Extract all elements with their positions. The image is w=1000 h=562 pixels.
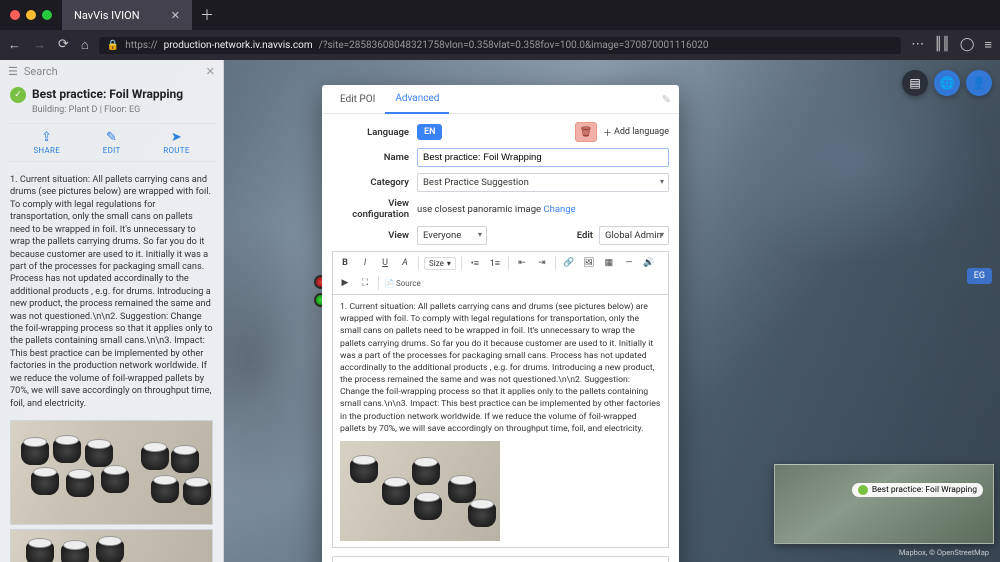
link-insert-icon[interactable]: 🔗 [561,255,577,271]
minimap[interactable]: Best practice: Foil Wrapping Mapbox, © O… [774,464,994,544]
map-credits: Mapbox, © OpenStreetMap [899,548,989,557]
url-field[interactable]: 🔒 https:// production-network.iv.navvis.c… [99,37,901,54]
user-button[interactable]: 👤 [966,70,992,96]
view-tools: ▤ 🌐 👤 [902,70,992,96]
minimize-window-icon[interactable] [26,10,36,20]
share-icon: ⇪ [33,130,60,145]
italic-icon[interactable]: I [357,255,373,271]
minimap-poi-label: Best practice: Foil Wrapping [872,485,977,495]
tab-bar: NavVis IVION ✕ ＋ [0,0,1000,30]
bold-icon[interactable]: B [337,255,353,271]
hr-icon[interactable]: — [621,255,637,271]
view-select[interactable]: Everyone [417,226,487,245]
language-select[interactable]: EN [417,124,442,140]
view-config-value: use closest panoramic image [417,204,543,215]
browser-chrome: NavVis IVION ✕ ＋ ← → ⟳ ⌂ 🔒 https:// produ… [0,0,1000,60]
address-bar: ← → ⟳ ⌂ 🔒 https:// production-network.iv.… [0,30,1000,60]
poi-description: 1. Current situation: All pallets carryi… [0,168,223,416]
poi-category-badge: ✓ [10,87,26,103]
indent-icon[interactable]: ⇥ [534,255,550,271]
url-path: /?site=28583608048321758vlon=0.358vlat=0… [319,40,709,51]
fullscreen-icon[interactable]: ⛶ [357,275,373,291]
poi-side-panel: ☰ Search ✕ ✓ Best practice: Foil Wrappin… [0,60,224,562]
rte-text: 1. Current situation: All pallets carryi… [340,301,661,435]
close-panel-icon[interactable]: ✕ [206,65,215,78]
route-icon: ➤ [163,130,189,145]
category-label: Category [332,177,417,188]
underline-icon[interactable]: U [377,255,393,271]
category-select[interactable]: Best Practice Suggestion [417,173,669,192]
name-label: Name [332,152,417,163]
search-icon: ☰ [8,65,18,78]
expand-icon[interactable]: ✎ [662,93,671,106]
image-icon[interactable]: 🖼 [581,255,597,271]
rte-editor[interactable]: 1. Current situation: All pallets carryi… [332,294,669,548]
url-host: production-network.iv.navvis.com [164,40,313,51]
edit-label: Edit [577,230,599,241]
audio-icon[interactable]: 🔊 [641,255,657,271]
edit-select[interactable]: Global Admin [599,226,669,245]
add-language-button[interactable]: ＋Add language [603,126,669,139]
search-input[interactable]: Search [24,65,206,78]
lock-icon: 🔒 [107,40,119,51]
more-icon[interactable]: ⋯ [911,37,924,53]
source-button[interactable]: 📄 Source [384,279,421,288]
poi-image[interactable] [10,529,213,562]
rte-inline-image[interactable] [340,441,500,541]
panorama-viewport[interactable]: ☰ Search ✕ ✓ Best practice: Foil Wrappin… [0,60,1000,562]
share-button[interactable]: ⇪SHARE [33,130,60,155]
add-media-button[interactable]: ＋ Add media (images, PDF, audio, video) [332,556,669,562]
bullet-list-icon[interactable]: •≡ [467,255,483,271]
poi-actions: ⇪SHARE ✎EDIT ➤ROUTE [6,123,217,162]
new-tab-button[interactable]: ＋ [192,5,222,25]
window-controls[interactable] [0,10,62,20]
rte-toolbar: B I U A Size ▾ •≡ 1≡ ⇤ ⇥ 🔗 🖼 ▦ — 🔊 ▶ ⛶ [332,251,669,294]
tab-advanced[interactable]: Advanced [385,85,449,114]
name-input[interactable] [417,148,669,167]
reload-icon[interactable]: ⟳ [58,37,69,53]
browser-tab[interactable]: NavVis IVION ✕ [62,0,192,30]
close-window-icon[interactable] [10,10,20,20]
floor-chip[interactable]: EG [967,268,992,284]
edit-button[interactable]: ✎EDIT [103,130,121,155]
home-icon[interactable]: ⌂ [81,37,89,53]
url-prefix: https:// [125,40,157,51]
menu-icon[interactable]: ≡ [984,37,992,53]
back-icon[interactable]: ← [8,37,21,53]
edit-icon: ✎ [103,130,121,145]
view-label: View [332,230,417,241]
layers-button[interactable]: ▤ [902,70,928,96]
globe-button[interactable]: 🌐 [934,70,960,96]
minimap-poi[interactable]: Best practice: Foil Wrapping [852,483,983,497]
delete-language-button[interactable]: 🗑 [575,122,597,142]
poi-title: Best practice: Foil Wrapping [32,87,183,101]
outdent-icon[interactable]: ⇤ [514,255,530,271]
library-icon[interactable]: ║║ [934,37,950,53]
video-icon[interactable]: ▶ [337,275,353,291]
tab-edit-poi[interactable]: Edit POI [330,86,385,113]
language-label: Language [332,127,417,138]
tab-title: NavVis IVION [74,9,140,22]
edit-poi-modal: Edit POI Advanced ✎ Language EN 🗑 ＋Add l… [322,85,679,562]
account-icon[interactable]: ◯ [960,37,975,53]
maximize-window-icon[interactable] [42,10,52,20]
font-size-select[interactable]: Size ▾ [424,257,456,270]
poi-images [0,420,223,562]
view-config-label: View configuration [332,198,417,220]
table-icon[interactable]: ▦ [601,255,617,271]
numbered-list-icon[interactable]: 1≡ [487,255,503,271]
link-icon[interactable]: A [397,255,413,271]
chevron-down-icon: ▾ [447,259,451,268]
route-button[interactable]: ➤ROUTE [163,130,189,155]
tab-close-icon[interactable]: ✕ [171,9,180,22]
poi-image[interactable] [10,420,213,525]
poi-location: Building: Plant D | Floor: EG [0,105,223,121]
change-view-link[interactable]: Change [543,204,575,215]
poi-marker-icon [858,485,868,495]
forward-icon[interactable]: → [33,37,46,53]
